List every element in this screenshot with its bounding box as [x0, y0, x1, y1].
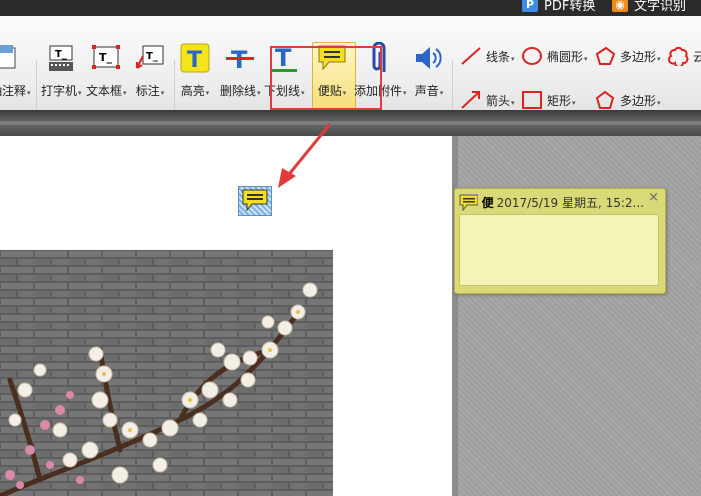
arrow-label: 箭头 [486, 92, 515, 109]
rectangle-label: 矩形 [547, 92, 576, 109]
highlight-tool[interactable]: T 高亮 [180, 42, 210, 112]
sticky-note-icon [242, 189, 268, 212]
highlight-icon: T [180, 42, 210, 74]
typewriter-label: 打字机 [41, 82, 82, 99]
rectangle-tool[interactable]: 矩形 [521, 90, 576, 110]
note-header: 便 2017/5/19 星期五, 15:2... [459, 192, 644, 212]
placed-sticky-note[interactable] [238, 186, 272, 216]
summarize-comments-label: 抽注释 [0, 82, 31, 99]
polyline-tool[interactable]: 多边形 [594, 90, 661, 110]
strikethrough-icon: T [225, 42, 255, 74]
toolbar-strip [0, 110, 701, 136]
cloud-icon [668, 46, 689, 66]
ellipse-label: 椭圆形 [547, 48, 588, 65]
divider [174, 60, 175, 114]
line-tool[interactable]: 线条 [460, 46, 515, 66]
cloud-label: 云 [693, 49, 701, 64]
sound-label: 声音 [415, 82, 444, 99]
tutorial-arrow [278, 123, 332, 188]
strikethrough-tool[interactable]: T 删除线 [220, 42, 261, 112]
polygon-icon [595, 90, 615, 109]
pdf-convert-icon: P [522, 0, 538, 12]
rectangle-icon [522, 91, 542, 109]
typewriter-icon: T_ [46, 42, 76, 74]
eye-icon: ◉ [612, 0, 628, 12]
polygon-icon [595, 46, 616, 65]
cloud-tool[interactable]: 云 [667, 46, 701, 66]
strikethrough-label: 删除线 [220, 82, 261, 99]
svg-text:T_: T_ [99, 51, 113, 64]
highlight-label: 高亮 [181, 82, 210, 99]
tutorial-highlight-box [270, 46, 382, 110]
callout-tool[interactable]: T_ 标注 [135, 42, 165, 112]
sound-tool[interactable]: 声音 [414, 42, 444, 112]
note-author: 便 [481, 195, 494, 210]
polygon-label: 多边形 [620, 48, 661, 65]
textbox-label: 文本框 [86, 82, 127, 99]
callout-icon: T_ [135, 42, 165, 74]
svg-text:T_: T_ [146, 51, 158, 62]
document-photo [0, 250, 333, 496]
divider [452, 60, 453, 114]
pdf-convert-label: PDF转换 [544, 0, 596, 14]
textbox-tool[interactable]: T_ 文本框 [86, 42, 127, 112]
callout-label: 标注 [136, 82, 165, 99]
close-icon[interactable]: × [648, 190, 659, 205]
ellipse-tool[interactable]: 椭圆形 [521, 46, 588, 66]
line-label: 线条 [486, 48, 515, 65]
polyline-label: 多边形 [620, 92, 661, 109]
speaker-icon [414, 42, 444, 74]
typewriter-tool[interactable]: T_ 打字机 [41, 42, 82, 112]
line-icon [461, 47, 481, 65]
pdf-convert-button[interactable]: P PDF转换 [522, 0, 596, 14]
svg-text:T_: T_ [55, 49, 67, 60]
title-bar: P PDF转换 ◉ 文字识别 [0, 0, 701, 16]
arrow-tool[interactable]: 箭头 [460, 90, 515, 110]
note-text-area[interactable] [459, 214, 659, 286]
svg-text:T: T [187, 48, 202, 73]
text-recognize-button[interactable]: ◉ 文字识别 [612, 0, 687, 14]
arrow-icon [461, 91, 480, 109]
sticky-note-icon [459, 194, 478, 211]
polygon-tool[interactable]: 多边形 [594, 46, 661, 66]
divider [36, 60, 37, 114]
ellipse-icon [522, 47, 542, 65]
textbox-icon: T_ [91, 42, 121, 74]
text-recognize-label: 文字识别 [634, 0, 687, 14]
annotation-icon [0, 42, 25, 74]
summarize-comments-tool[interactable]: 抽注释 [0, 42, 31, 112]
sticky-note-popup[interactable]: 便 2017/5/19 星期五, 15:2... × [454, 188, 666, 294]
note-timestamp: 2017/5/19 星期五, 15:2... [496, 195, 644, 210]
